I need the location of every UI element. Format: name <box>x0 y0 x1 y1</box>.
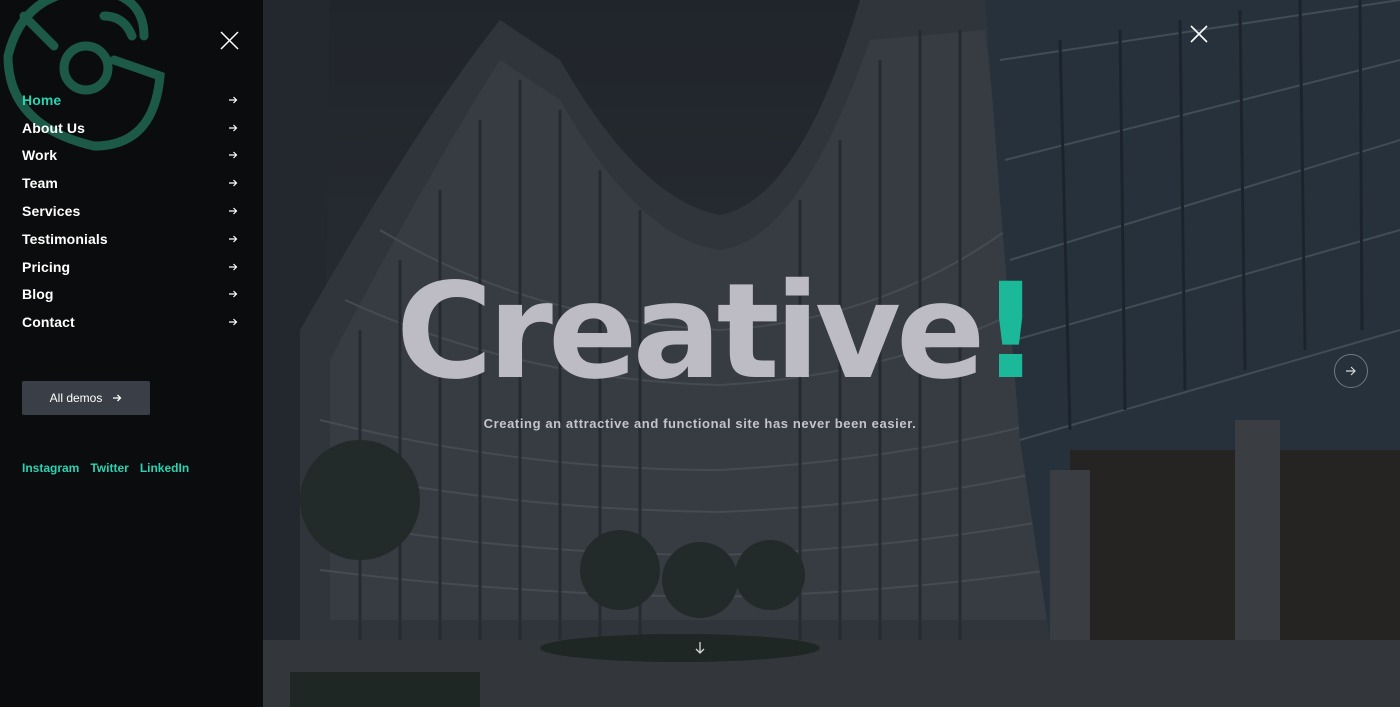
nav-item-services[interactable]: Services <box>22 197 242 225</box>
social-link-instagram[interactable]: Instagram <box>22 461 79 475</box>
nav-item-contact[interactable]: Contact <box>22 308 242 336</box>
arrow-right-icon <box>229 263 238 271</box>
hero-title-main: Creative <box>396 255 985 409</box>
close-menu-button[interactable] <box>219 30 240 51</box>
side-menu: Home About Us Work Team Services Testimo… <box>0 0 263 707</box>
nav-item-label: Testimonials <box>22 230 108 247</box>
nav-item-label: Work <box>22 147 58 164</box>
arrow-right-icon <box>229 235 238 243</box>
next-slide-button[interactable] <box>1334 354 1368 388</box>
nav-item-blog[interactable]: Blog <box>22 281 242 309</box>
arrow-right-icon <box>229 96 238 104</box>
nav-item-team[interactable]: Team <box>22 169 242 197</box>
social-link-linkedin[interactable]: LinkedIn <box>140 461 189 475</box>
hero-subtitle: Creating an attractive and functional si… <box>483 416 917 431</box>
nav-item-pricing[interactable]: Pricing <box>22 253 242 281</box>
arrow-right-icon <box>229 152 238 159</box>
arrow-right-icon <box>113 394 122 402</box>
arrow-right-icon <box>229 291 238 298</box>
arrow-down-icon[interactable] <box>692 640 708 656</box>
social-link-twitter[interactable]: Twitter <box>90 461 128 475</box>
nav-item-label: Team <box>22 175 58 192</box>
arrow-right-icon <box>229 318 238 326</box>
nav-item-label: Services <box>22 203 81 220</box>
all-demos-button[interactable]: All demos <box>22 381 150 415</box>
hero-title: Creative! <box>396 262 1041 402</box>
nav-item-label: Contact <box>22 314 75 331</box>
close-icon <box>220 31 239 50</box>
social-links: Instagram Twitter LinkedIn <box>22 461 189 475</box>
all-demos-label: All demos <box>49 391 103 405</box>
nav-item-label: Blog <box>22 286 54 303</box>
nav-item-home[interactable]: Home <box>22 86 242 114</box>
nav-item-label: About Us <box>22 119 86 136</box>
nav-item-about-us[interactable]: About Us <box>22 114 242 142</box>
nav-item-label: Home <box>22 91 62 108</box>
hero-title-accent: ! <box>980 255 1041 409</box>
nav-item-work[interactable]: Work <box>22 142 242 170</box>
main-nav: Home About Us Work Team Services Testimo… <box>22 86 242 336</box>
arrow-right-icon <box>229 179 238 187</box>
arrow-right-icon <box>229 207 238 215</box>
arrow-right-icon <box>229 124 238 132</box>
arrow-right-circle-icon <box>1346 366 1356 376</box>
nav-item-testimonials[interactable]: Testimonials <box>22 225 242 253</box>
close-icon[interactable] <box>1188 23 1210 45</box>
nav-item-label: Pricing <box>22 258 71 275</box>
